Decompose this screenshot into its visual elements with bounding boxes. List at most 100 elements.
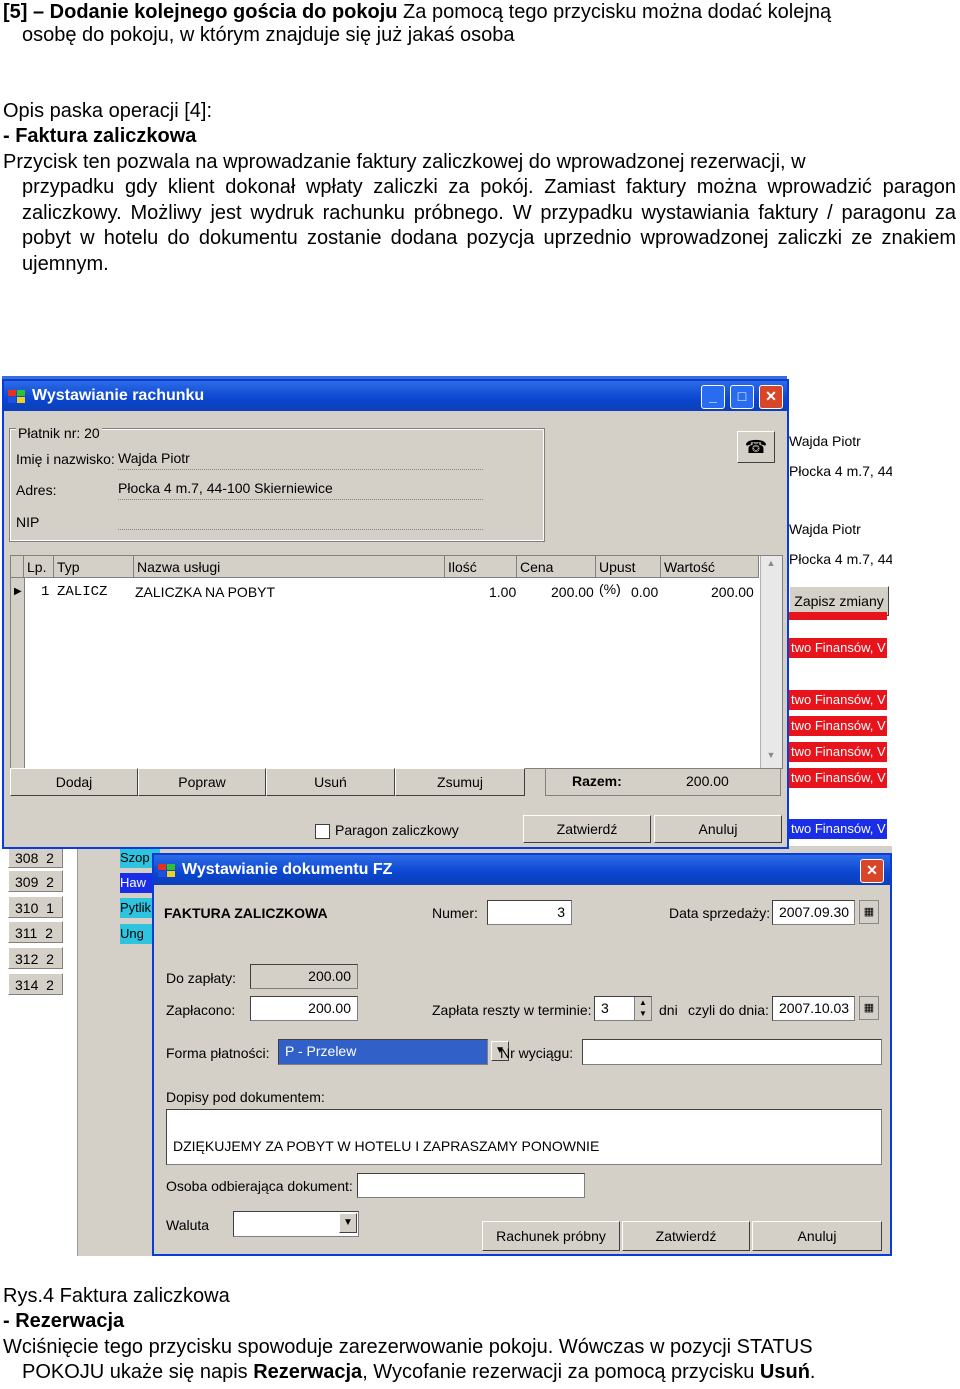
recipient-label: Osoba odbierająca dokument:: [166, 1178, 353, 1194]
sale-date-field[interactable]: 2007.09.30: [772, 900, 855, 925]
total-box: Razem: 200.00: [545, 768, 781, 796]
payment-form-label: Forma płatności:: [166, 1045, 270, 1061]
window-dokument-fz: Wystawianie dokumentu FZ ✕ FAKTURA ZALIC…: [152, 853, 892, 1256]
bg-text: Płocka 4 m.7, 44: [789, 551, 892, 567]
red-cell: two Finansów, V: [787, 742, 887, 762]
address-value: Płocka 4 m.7, 44-100 Skierniewice: [118, 480, 333, 496]
paid-field[interactable]: 200.00: [250, 996, 358, 1021]
name-label: Imię i nazwisko:: [16, 451, 115, 467]
bg-text: Płocka 4 m.7, 44: [789, 463, 892, 479]
recipient-field[interactable]: [357, 1173, 585, 1198]
maximize-icon[interactable]: □: [730, 385, 754, 409]
currency-label: Waluta: [166, 1217, 210, 1233]
cancel-button[interactable]: Anuluj: [752, 1221, 882, 1251]
close-icon[interactable]: ✕: [860, 859, 884, 883]
figure-caption: Rys.4 Faktura zaliczkowa: [3, 1285, 230, 1307]
sale-date-label: Data sprzedaży:: [669, 905, 771, 921]
room-row[interactable]: 314 2: [8, 973, 63, 995]
window-title: Wystawianie rachunku: [32, 387, 205, 404]
cancel-button[interactable]: Anuluj: [654, 815, 782, 843]
edit-button[interactable]: Popraw: [138, 768, 266, 796]
number-label: Numer:: [432, 905, 478, 921]
intro-line2: osobę do pokoju, w którym znajduje się j…: [22, 24, 515, 46]
opis-title: Opis paska operacji [4]:: [3, 100, 212, 122]
rest-payment-label: Zapłata reszty w terminie:: [432, 1002, 592, 1018]
cell-nazwa: ZALICZKA NA POBYT: [135, 584, 276, 600]
items-grid: Lp. Typ Nazwa usługi Ilość Cena Upust (%…: [10, 555, 783, 769]
statement-field[interactable]: [582, 1039, 882, 1065]
scroll-down-icon[interactable]: ▼: [763, 750, 779, 766]
bg-text: Wajda Piotr: [789, 433, 861, 449]
sum-button[interactable]: Zsumuj: [395, 768, 525, 796]
intro-heading: [5] – Dodanie kolejnego gościa do pokoju: [3, 1, 398, 23]
blue-cell: two Finansów, V: [787, 819, 887, 839]
number-field[interactable]: 3: [487, 900, 572, 925]
red-cell: [787, 612, 887, 620]
window-titlebar: Wystawianie rachunku _ □ ✕: [4, 381, 787, 411]
grid-corner: [11, 556, 24, 578]
minimize-icon[interactable]: _: [701, 385, 725, 409]
nip-label: NIP: [16, 514, 40, 530]
calendar-icon[interactable]: ▦: [859, 996, 879, 1020]
name-value: Wajda Piotr: [118, 450, 190, 466]
rest-days-stepper[interactable]: 3 ▲ ▼: [594, 996, 652, 1021]
column-header[interactable]: Upust (%): [596, 556, 661, 597]
row-pointer-icon: ▶: [14, 586, 22, 597]
opis-para-rest: przypadku gdy klient dokonał wpłaty zali…: [22, 176, 956, 275]
trial-invoice-button[interactable]: Rachunek próbny: [482, 1221, 620, 1251]
column-header[interactable]: Cena: [517, 556, 596, 578]
column-header[interactable]: Lp.: [24, 556, 54, 578]
currency-select[interactable]: ▼: [233, 1211, 359, 1237]
room-row[interactable]: 312 2: [8, 947, 63, 969]
to-pay-label: Do zapłaty:: [166, 970, 237, 986]
paid-label: Zapłacono:: [166, 1002, 236, 1018]
add-button[interactable]: Dodaj: [10, 768, 138, 796]
payer-number: Płatnik nr: 20: [16, 425, 102, 441]
address-label: Adres:: [16, 482, 57, 498]
intro-line1: [5] – Dodanie kolejnego gościa do pokoju…: [3, 0, 831, 26]
until-label: czyli do dnia:: [688, 1002, 769, 1018]
statement-label: Nr wyciągu:: [500, 1045, 574, 1061]
delete-button[interactable]: Usuń: [266, 768, 395, 796]
grid-scrollbar[interactable]: ▲ ▼: [760, 556, 782, 768]
document-type: FAKTURA ZALICZKOWA: [164, 905, 328, 921]
rezerwacja-line2: POKOJU ukaże się napis Rezerwacja, Wycof…: [22, 1361, 816, 1383]
total-label: Razem:: [572, 773, 622, 789]
paragon-checkbox[interactable]: [315, 824, 330, 839]
scroll-up-icon[interactable]: ▲: [763, 558, 779, 574]
spin-icon[interactable]: ▲ ▼: [634, 997, 651, 1020]
chevron-down-icon[interactable]: ▼: [339, 1213, 357, 1233]
confirm-button[interactable]: Zatwierdź: [622, 1221, 750, 1251]
room-row[interactable]: 311 2: [8, 921, 63, 943]
red-cell: two Finansów, V: [787, 690, 887, 710]
calendar-icon[interactable]: ▦: [859, 900, 879, 924]
window-title: Wystawianie dokumentu FZ: [182, 861, 393, 878]
confirm-button[interactable]: Zatwierdź: [523, 815, 651, 843]
window-titlebar: Wystawianie dokumentu FZ ✕: [154, 855, 890, 885]
notes-field[interactable]: DZIĘKUJEMY ZA POBYT W HOTELU I ZAPRASZAM…: [166, 1109, 882, 1165]
room-row[interactable]: 310 1: [8, 896, 63, 918]
payment-form-select[interactable]: P - Przelew ▼: [278, 1039, 509, 1065]
payment-form-value: P - Przelew: [285, 1043, 357, 1059]
room-row[interactable]: 309 2: [8, 870, 63, 892]
rezerwacja-line1: Wciśnięcie tego przycisku spowoduje zare…: [3, 1336, 813, 1358]
paragon-label: Paragon zaliczkowy: [335, 822, 459, 838]
until-date-field[interactable]: 2007.10.03: [772, 996, 855, 1021]
close-icon[interactable]: ✕: [759, 385, 783, 409]
opis-para-line1: Przycisk ten pozwala na wprowadzanie fak…: [3, 151, 806, 173]
cell-upust: 0.00: [631, 584, 659, 600]
column-header[interactable]: Ilość: [445, 556, 517, 578]
column-header[interactable]: Nazwa usługi: [134, 556, 445, 578]
rezerwacja-item: - Rezerwacja: [3, 1310, 125, 1332]
total-value: 200.00: [686, 773, 729, 789]
room-row[interactable]: 308 2: [8, 846, 63, 868]
bg-text: Wajda Piotr: [789, 521, 861, 537]
cell-lp: 1: [41, 584, 50, 600]
cell-typ: ZALICZ: [57, 584, 108, 600]
separator: [118, 499, 483, 500]
column-header[interactable]: Wartość: [661, 556, 759, 578]
column-header[interactable]: Typ: [54, 556, 134, 578]
red-cell: two Finansów, V: [787, 768, 887, 788]
phone-icon[interactable]: ☎: [737, 431, 775, 463]
opis-item: - Faktura zaliczkowa: [3, 125, 197, 147]
